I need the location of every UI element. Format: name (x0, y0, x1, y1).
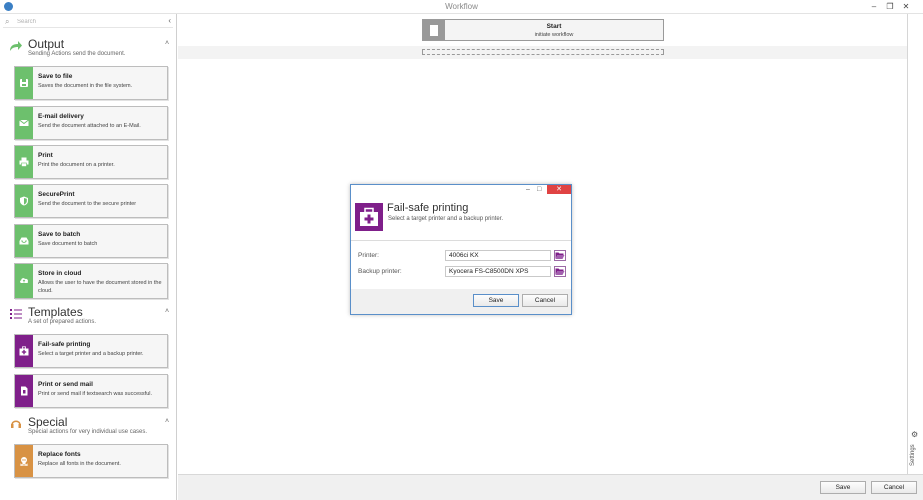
card-description: Saves the document in the file system. (38, 83, 133, 89)
section-output[interactable]: Output Sending Actions send the document… (0, 37, 176, 59)
dialog-save-button[interactable]: Save (473, 294, 519, 307)
restore-button[interactable]: ❐ (884, 0, 896, 14)
action-store-in-cloud[interactable]: Store in cloud Allows the user to have t… (14, 263, 168, 299)
dialog-title: Fail-safe printing (387, 202, 469, 214)
dialog-minimize-button[interactable]: – (526, 186, 530, 194)
action-save-to-batch[interactable]: Save to batch Save document to batch (14, 224, 168, 258)
action-print[interactable]: Print Print the document on a printer. (14, 145, 168, 179)
card-title: Fail-safe printing (38, 341, 91, 348)
section-title: Special (28, 415, 68, 429)
backup-printer-label: Backup printer: (358, 268, 402, 275)
chevron-up-icon[interactable]: ˄ (165, 308, 169, 315)
section-title: Output (28, 37, 65, 51)
card-title: Save to batch (38, 231, 81, 238)
drop-zone[interactable] (422, 49, 664, 55)
card-description: Print the document on a printer. (38, 162, 115, 168)
section-special[interactable]: Special Special actions for very individ… (0, 415, 176, 437)
action-secureprint[interactable]: SecurePrint Send the document to the sec… (14, 184, 168, 218)
start-subtitle: initiate workflow (534, 32, 574, 38)
dialog-subtitle: Select a target printer and a backup pri… (388, 216, 504, 222)
browse-backup-printer-button[interactable] (554, 266, 566, 277)
tray-icon (19, 237, 29, 245)
headset-icon (9, 418, 23, 430)
skull-icon (19, 457, 29, 466)
action-print-or-send-mail[interactable]: Print or send mail Print or send mail if… (14, 374, 168, 408)
close-window-button[interactable]: ✕ (900, 0, 912, 14)
card-description: Select a target printer and a backup pri… (38, 351, 144, 357)
printer-field[interactable] (445, 250, 551, 261)
first-aid-kit-icon (19, 346, 29, 356)
search-icon: ⌕ (5, 17, 10, 26)
card-title: Replace fonts (38, 451, 81, 458)
save-icon (20, 79, 28, 87)
cloud-upload-icon (20, 278, 29, 283)
document-icon (21, 386, 28, 396)
card-title: Save to file (38, 73, 73, 80)
section-templates[interactable]: Templates A set of prepared actions. ˄ (0, 305, 176, 327)
card-description: Replace all fonts in the document. (38, 461, 121, 467)
bottom-toolbar: Save Cancel (178, 474, 923, 500)
folder-open-icon (555, 252, 565, 259)
actions-sidebar: ⌕ ‹ Output Sending Actions send the docu… (0, 14, 177, 500)
first-aid-kit-icon (355, 203, 383, 231)
workflow-start-node[interactable]: Start initiate workflow (422, 19, 664, 41)
chevron-up-icon[interactable]: ˄ (165, 40, 169, 47)
section-title: Templates (28, 305, 83, 319)
action-replace-fonts[interactable]: Replace fonts Replace all fonts in the d… (14, 444, 168, 478)
dialog-close-button[interactable]: ✕ (547, 185, 571, 194)
fail-safe-printing-dialog: – □ ✕ Fail-safe printing Select a target… (350, 184, 572, 315)
checklist-icon (9, 308, 23, 320)
printer-label: Printer: (358, 252, 379, 259)
backup-printer-field[interactable] (445, 266, 551, 277)
action-save-to-file[interactable]: Save to file Saves the document in the f… (14, 66, 168, 100)
collapse-sidebar-button[interactable]: ‹ (168, 16, 171, 25)
card-title: Store in cloud (38, 270, 82, 277)
settings-sidebar[interactable]: ⚙ Settings (907, 14, 923, 474)
save-button[interactable]: Save (820, 481, 866, 494)
card-title: E-mail delivery (38, 113, 84, 120)
mail-icon (19, 119, 29, 126)
action-email-delivery[interactable]: E-mail delivery Send the document attach… (14, 106, 168, 140)
document-icon (430, 25, 438, 36)
card-description: Send the document to the secure printer (38, 201, 137, 207)
dialog-footer: Save Cancel (351, 289, 571, 314)
action-fail-safe-printing[interactable]: Fail-safe printing Select a target print… (14, 334, 168, 368)
divider (351, 240, 571, 241)
card-description: Send the document attached to an E-Mail. (38, 123, 141, 129)
cancel-button[interactable]: Cancel (871, 481, 917, 494)
card-description: Print or send mail if textsearch was suc… (38, 391, 153, 397)
settings-label[interactable]: Settings (910, 444, 916, 466)
chevron-up-icon[interactable]: ˄ (165, 418, 169, 425)
dialog-maximize-button[interactable]: □ (537, 186, 541, 194)
folder-open-icon (555, 268, 565, 275)
section-subtitle: Sending Actions send the document. (28, 51, 126, 57)
gear-icon[interactable]: ⚙ (911, 430, 918, 439)
start-title: Start (546, 23, 562, 30)
dialog-cancel-button[interactable]: Cancel (522, 294, 568, 307)
section-subtitle: A set of prepared actions. (28, 319, 97, 325)
card-description: Allows the user to have the document sto… (38, 280, 162, 294)
card-title: Print (38, 152, 53, 159)
card-description: Save document to batch (38, 241, 98, 247)
search-input[interactable] (17, 17, 157, 27)
section-subtitle: Special actions for very individual use … (28, 429, 148, 435)
card-title: Print or send mail (38, 381, 93, 388)
browse-printer-button[interactable] (554, 250, 566, 261)
minimize-button[interactable]: – (868, 0, 880, 14)
window-title: Workflow (445, 2, 478, 11)
share-arrow-icon (9, 40, 23, 52)
title-bar: Workflow – ❐ ✕ (0, 0, 923, 14)
card-title: SecurePrint (38, 191, 75, 198)
printer-icon (19, 157, 29, 167)
search-box: ⌕ ‹ (3, 16, 173, 28)
shield-icon (20, 196, 28, 206)
